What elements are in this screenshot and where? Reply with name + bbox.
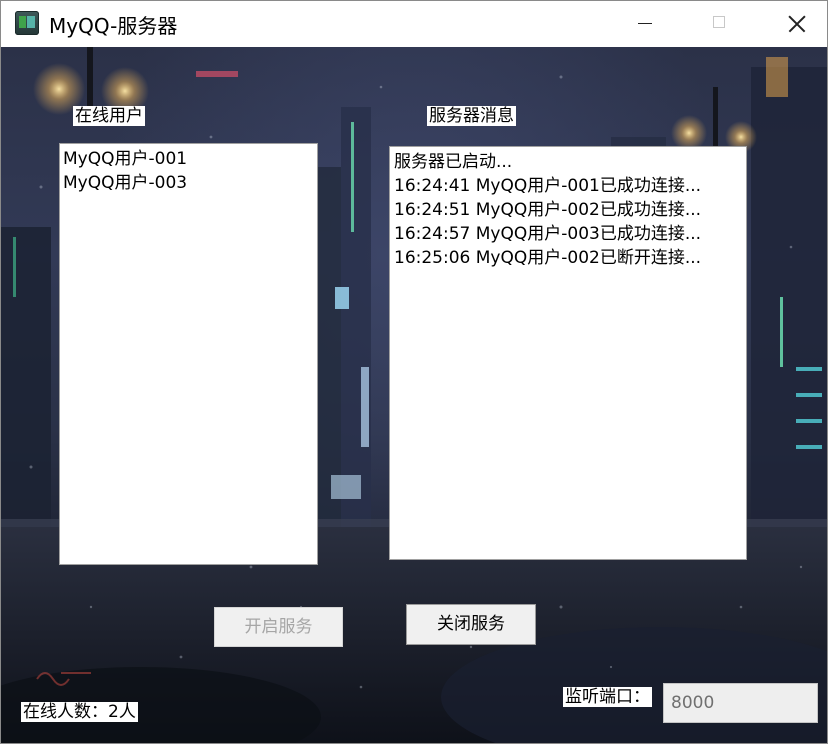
- close-icon[interactable]: [765, 1, 825, 47]
- list-item[interactable]: 16:24:51 MyQQ用户-002已成功连接...: [394, 198, 746, 222]
- list-item[interactable]: MyQQ用户-003: [63, 171, 317, 195]
- online-count-label: 在线人数：2人: [21, 702, 138, 722]
- start-service-button[interactable]: 开启服务: [214, 607, 343, 647]
- online-users-label: 在线用户: [73, 106, 145, 126]
- app-icon: [15, 11, 39, 35]
- server-messages-label: 服务器消息: [427, 106, 516, 126]
- maximize-icon: [689, 1, 749, 47]
- list-item[interactable]: 16:24:57 MyQQ用户-003已成功连接...: [394, 222, 746, 246]
- minimize-icon[interactable]: [615, 1, 675, 47]
- title-bar[interactable]: MyQQ-服务器: [1, 1, 827, 47]
- online-users-list[interactable]: MyQQ用户-001 MyQQ用户-003: [59, 143, 318, 565]
- list-item[interactable]: 16:25:06 MyQQ用户-002已断开连接...: [394, 246, 746, 270]
- port-input[interactable]: [663, 683, 818, 723]
- client-area: 在线用户 服务器消息 MyQQ用户-001 MyQQ用户-003 服务器已启动.…: [1, 47, 827, 743]
- listen-port-label: 监听端口：: [563, 687, 652, 707]
- window-title: MyQQ-服务器: [49, 14, 178, 38]
- list-item[interactable]: MyQQ用户-001: [63, 147, 317, 171]
- list-item[interactable]: 16:24:41 MyQQ用户-001已成功连接...: [394, 174, 746, 198]
- stop-service-button[interactable]: 关闭服务: [406, 604, 536, 645]
- list-item[interactable]: 服务器已启动...: [394, 150, 746, 174]
- app-window: MyQQ-服务器 在线用户 服务器消息 MyQQ用户-001 MyQQ用户-00…: [0, 0, 828, 744]
- server-messages-list[interactable]: 服务器已启动... 16:24:41 MyQQ用户-001已成功连接... 16…: [389, 146, 747, 560]
